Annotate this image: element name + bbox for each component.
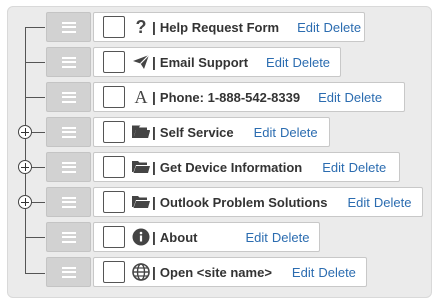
expand-outlook-problem-solutions-icon[interactable] <box>18 195 32 209</box>
hamburger-icon <box>61 266 76 278</box>
hamburger-icon <box>61 126 76 138</box>
delete-link[interactable]: Delete <box>349 160 387 175</box>
item-checkbox[interactable] <box>103 86 125 108</box>
hamburger-icon <box>61 231 76 243</box>
font-letter-icon: A <box>134 86 148 107</box>
delete-link[interactable]: Delete <box>324 20 362 35</box>
drag-handle[interactable] <box>46 47 91 77</box>
label-separator: | <box>152 159 156 175</box>
item-label: Help Request Form <box>159 19 280 35</box>
menu-item: A | Phone: 1-888-542-8339 Edit Delete <box>93 82 405 112</box>
item-label: Get Device Information <box>159 159 303 175</box>
edit-link[interactable]: Edit <box>347 195 369 210</box>
item-actions: Edit Delete <box>297 20 361 35</box>
menu-item: | About Edit Delete <box>93 222 320 252</box>
label-separator: | <box>152 264 156 280</box>
tree-branch-line <box>25 97 45 98</box>
item-actions: Edit Delete <box>318 90 382 105</box>
hamburger-icon <box>61 21 76 33</box>
menu-item-row: | Get Device Information Edit Delete <box>46 152 400 182</box>
item-label: Email Support <box>159 54 249 70</box>
menu-item: | Open <site name> Edit Delete <box>93 257 367 287</box>
hamburger-icon <box>61 196 76 208</box>
delete-link[interactable]: Delete <box>318 265 356 280</box>
label-separator: | <box>152 89 156 105</box>
item-checkbox[interactable] <box>103 121 125 143</box>
drag-handle[interactable] <box>46 187 91 217</box>
menu-item: | Self Service Edit Delete <box>93 117 330 147</box>
folder-icon <box>131 157 151 177</box>
item-actions: Edit Delete <box>254 125 318 140</box>
drag-handle[interactable] <box>46 152 91 182</box>
delete-link[interactable]: Delete <box>272 230 310 245</box>
question-icon: ? <box>135 16 147 37</box>
item-actions: Edit Delete <box>266 55 330 70</box>
item-actions: Edit Delete <box>322 160 386 175</box>
paper-plane-icon <box>131 52 151 72</box>
hamburger-icon <box>61 161 76 173</box>
edit-link[interactable]: Edit <box>266 55 288 70</box>
delete-link[interactable]: Delete <box>345 90 383 105</box>
edit-link[interactable]: Edit <box>245 230 267 245</box>
label-separator: | <box>152 194 156 210</box>
label-separator: | <box>152 124 156 140</box>
delete-link[interactable]: Delete <box>374 195 412 210</box>
item-actions: Edit Delete <box>292 265 356 280</box>
menu-item-row: | Outlook Problem Solutions Edit Delete <box>46 187 423 217</box>
item-label: Open <site name> <box>159 264 272 280</box>
item-checkbox[interactable] <box>103 51 125 73</box>
expand-get-device-information-icon[interactable] <box>18 160 32 174</box>
menu-item: | Get Device Information Edit Delete <box>93 152 400 182</box>
item-label: Self Service <box>159 124 234 140</box>
label-separator: | <box>152 54 156 70</box>
delete-link[interactable]: Delete <box>280 125 318 140</box>
menu-tree-panel: ? | Help Request Form Edit Delete | Emai… <box>7 6 432 298</box>
menu-item-row: ? | Help Request Form Edit Delete <box>46 12 365 42</box>
drag-handle[interactable] <box>46 117 91 147</box>
item-checkbox[interactable] <box>103 191 125 213</box>
menu-item: ? | Help Request Form Edit Delete <box>93 12 365 42</box>
item-label: Phone: 1-888-542-8339 <box>159 89 301 105</box>
drag-handle[interactable] <box>46 257 91 287</box>
edit-link[interactable]: Edit <box>297 20 319 35</box>
menu-item-row: | Self Service Edit Delete <box>46 117 330 147</box>
item-checkbox[interactable] <box>103 261 125 283</box>
drag-handle[interactable] <box>46 222 91 252</box>
tree-bottom-line <box>25 273 45 274</box>
label-separator: | <box>152 19 156 35</box>
tree-top-line <box>25 27 45 28</box>
menu-item: | Outlook Problem Solutions Edit Delete <box>93 187 423 217</box>
item-checkbox[interactable] <box>103 226 125 248</box>
item-checkbox[interactable] <box>103 156 125 178</box>
edit-link[interactable]: Edit <box>292 265 314 280</box>
tree-branch-line <box>25 62 45 63</box>
item-checkbox[interactable] <box>103 16 125 38</box>
hamburger-icon <box>61 91 76 103</box>
drag-handle[interactable] <box>46 82 91 112</box>
edit-link[interactable]: Edit <box>322 160 344 175</box>
item-actions: Edit Delete <box>245 230 309 245</box>
drag-handle[interactable] <box>46 12 91 42</box>
info-circle-icon <box>131 227 151 247</box>
globe-icon <box>131 262 151 282</box>
item-label: About <box>159 229 198 245</box>
menu-item: | Email Support Edit Delete <box>93 47 341 77</box>
folder-icon <box>131 122 151 142</box>
hamburger-icon <box>61 56 76 68</box>
folder-icon <box>131 192 151 212</box>
edit-link[interactable]: Edit <box>254 125 276 140</box>
edit-link[interactable]: Edit <box>318 90 340 105</box>
delete-link[interactable]: Delete <box>292 55 330 70</box>
expand-self-service-icon[interactable] <box>18 125 32 139</box>
tree-branch-line <box>25 237 45 238</box>
menu-item-row: | About Edit Delete <box>46 222 320 252</box>
label-separator: | <box>152 229 156 245</box>
menu-item-row: | Email Support Edit Delete <box>46 47 341 77</box>
menu-item-row: | Open <site name> Edit Delete <box>46 257 367 287</box>
item-label: Outlook Problem Solutions <box>159 194 328 210</box>
menu-item-row: A | Phone: 1-888-542-8339 Edit Delete <box>46 82 405 112</box>
item-actions: Edit Delete <box>347 195 411 210</box>
